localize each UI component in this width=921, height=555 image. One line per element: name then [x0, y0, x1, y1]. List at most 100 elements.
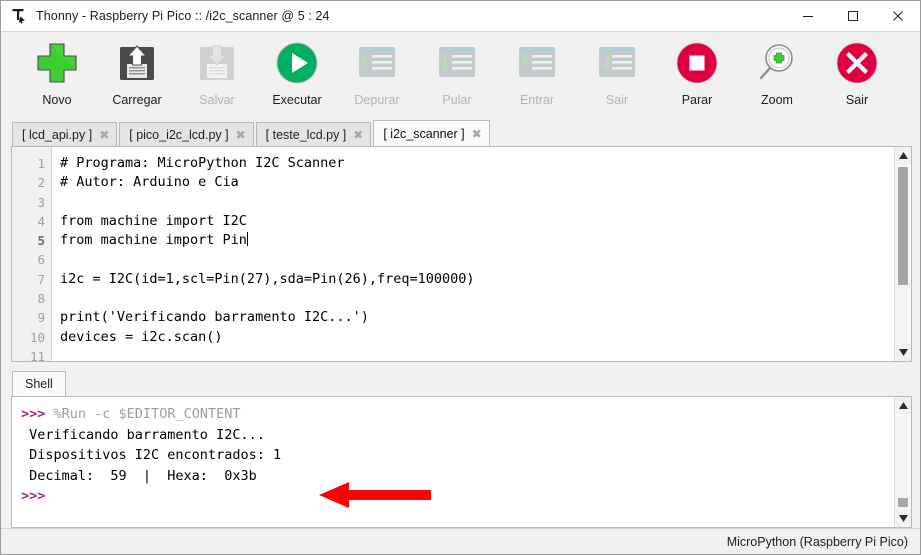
shell-tab-label: Shell — [25, 377, 53, 391]
scroll-down-icon[interactable] — [895, 510, 911, 527]
toolbar-button-sair-debug[interactable]: Sair — [577, 32, 657, 116]
text-caret — [246, 232, 248, 247]
line-number: 8 — [37, 291, 45, 307]
toolbar-label: Executar — [272, 93, 322, 107]
toolbar-button-executar[interactable]: Executar — [257, 32, 337, 116]
editor-scroll-thumb[interactable] — [898, 167, 908, 285]
code-line: i2c = I2C(id=1,scl=Pin(27),sda=Pin(26),f… — [60, 270, 475, 287]
zoom-magnifier-icon — [752, 38, 802, 88]
code-line-current: from machine import Pin — [60, 231, 894, 250]
thonny-icon — [10, 7, 28, 25]
toolbar-button-parar[interactable]: Parar — [657, 32, 737, 116]
toolbar-button-depurar[interactable]: Depurar — [337, 32, 417, 116]
toolbar-button-entrar[interactable]: Entrar — [497, 32, 577, 116]
toolbar-label: Salvar — [199, 93, 235, 107]
toolbar-button-sair[interactable]: Sair — [817, 32, 897, 116]
editor-tab-label: [ i2c_scanner ] — [383, 126, 465, 141]
step-into-icon — [512, 38, 562, 88]
code-line: print('Verificando barramento I2C...') — [60, 309, 369, 326]
scroll-up-icon[interactable] — [895, 147, 911, 164]
toolbar-label: Parar — [681, 93, 713, 107]
shell-command: %Run -c $EDITOR_CONTENT — [53, 406, 241, 422]
code-line: from machine import I2C — [60, 212, 247, 229]
editor-tab-label: [ lcd_api.py ] — [22, 127, 93, 142]
shell-line: Dispositivos I2C encontrados: 1 — [21, 447, 282, 463]
step-over-icon — [432, 38, 482, 88]
load-floppy-up-icon — [112, 38, 162, 88]
shell-vertical-scrollbar[interactable] — [894, 397, 911, 527]
toolbar-label: Carregar — [112, 93, 162, 107]
new-file-plus-icon — [32, 38, 82, 88]
maximize-button[interactable] — [830, 1, 875, 31]
shell-frame: >>> %Run -c $EDITOR_CONTENT Verificando … — [11, 396, 912, 528]
editor-tabstrip: [ lcd_api.py ] ✖ [ pico_i2c_lcd.py ] ✖ [… — [11, 120, 912, 146]
toolbar-label: Sair — [605, 93, 629, 107]
toolbar-button-salvar[interactable]: Salvar — [177, 32, 257, 116]
line-number: 6 — [37, 252, 45, 268]
debug-icon — [352, 38, 402, 88]
toolbar: Novo Carregar Salvar Executar Depurar Pu… — [1, 32, 920, 120]
shell-output-area[interactable]: >>> %Run -c $EDITOR_CONTENT Verificando … — [12, 397, 894, 527]
editor-tab-i2c-scanner[interactable]: [ i2c_scanner ] ✖ — [373, 120, 490, 146]
code-line-text: from machine import Pin — [60, 232, 247, 249]
editor-tab-label: [ pico_i2c_lcd.py ] — [129, 127, 229, 142]
code-text-area[interactable]: # Programa: MicroPython I2C Scanner # Au… — [52, 147, 894, 361]
editor-tab-lcd-api[interactable]: [ lcd_api.py ] ✖ — [12, 122, 118, 146]
tab-shell[interactable]: Shell — [12, 371, 66, 396]
toolbar-button-zoom[interactable]: Zoom — [737, 32, 817, 116]
shell-line: >>> %Run -c $EDITOR_CONTENT — [21, 404, 894, 425]
toolbar-label: Depurar — [354, 93, 400, 107]
line-number: 10 — [29, 329, 45, 345]
run-play-icon — [272, 38, 322, 88]
toolbar-label: Pular — [442, 93, 472, 107]
toolbar-button-novo[interactable]: Novo — [17, 32, 97, 116]
line-number-gutter: 1 2 3 4 5 6 7 8 9 10 11 — [12, 147, 52, 364]
shell-scroll-thumb[interactable] — [898, 498, 908, 507]
code-line: # Programa: MicroPython I2C Scanner — [60, 155, 345, 171]
line-number: 2 — [37, 175, 45, 191]
editor-vertical-scrollbar[interactable] — [894, 147, 911, 361]
shell-line: Verificando barramento I2C... — [21, 426, 265, 443]
stop-square-icon — [672, 38, 722, 88]
shell-tabstrip: Shell — [11, 371, 912, 396]
line-number: 11 — [29, 348, 45, 364]
close-button[interactable] — [875, 1, 920, 31]
status-bar: MicroPython (Raspberry Pi Pico) — [1, 528, 920, 554]
interpreter-status: MicroPython (Raspberry Pi Pico) — [726, 534, 908, 549]
editor-tab-pico-i2c-lcd[interactable]: [ pico_i2c_lcd.py ] ✖ — [119, 122, 254, 146]
line-number: 4 — [37, 213, 45, 229]
title-bar: Thonny - Raspberry Pi Pico :: /i2c_scann… — [1, 1, 920, 32]
close-icon[interactable]: ✖ — [472, 128, 482, 140]
shell-prompt: >>> — [21, 488, 46, 504]
line-number: 3 — [37, 194, 45, 210]
code-line: devices = i2c.scan() — [60, 328, 223, 345]
editor-notebook: [ lcd_api.py ] ✖ [ pico_i2c_lcd.py ] ✖ [… — [11, 120, 912, 364]
close-icon[interactable]: ✖ — [236, 129, 246, 141]
toolbar-button-pular[interactable]: Pular — [417, 32, 497, 116]
shell-panel: Shell >>> %Run -c $EDITOR_CONTENT Verifi… — [11, 371, 912, 528]
toolbar-button-carregar[interactable]: Carregar — [97, 32, 177, 116]
shell-scroll-track[interactable] — [895, 414, 911, 510]
save-floppy-down-icon — [192, 38, 242, 88]
window-controls — [785, 1, 920, 31]
line-number: 7 — [37, 271, 45, 287]
scroll-down-icon[interactable] — [895, 344, 911, 361]
line-number: 1 — [37, 156, 45, 171]
shell-line: >>> — [21, 486, 894, 507]
close-icon[interactable]: ✖ — [99, 129, 109, 141]
close-icon[interactable]: ✖ — [353, 129, 363, 141]
toolbar-label: Entrar — [519, 93, 555, 107]
editor-tab-label: [ teste_lcd.py ] — [265, 127, 347, 142]
editor-frame: 1 2 3 4 5 6 7 8 9 10 11 # Programa: Micr… — [11, 146, 912, 364]
step-out-icon — [592, 38, 642, 88]
code-line: # Autor: Arduino e Cia — [60, 174, 239, 191]
thonny-window: Thonny - Raspberry Pi Pico :: /i2c_scann… — [0, 0, 921, 555]
toolbar-label: Sair — [845, 93, 869, 107]
editor-scroll-track[interactable] — [895, 164, 911, 344]
minimize-button[interactable] — [785, 1, 830, 31]
scroll-up-icon[interactable] — [895, 397, 911, 414]
editor-tab-teste-lcd[interactable]: [ teste_lcd.py ] ✖ — [255, 122, 372, 146]
